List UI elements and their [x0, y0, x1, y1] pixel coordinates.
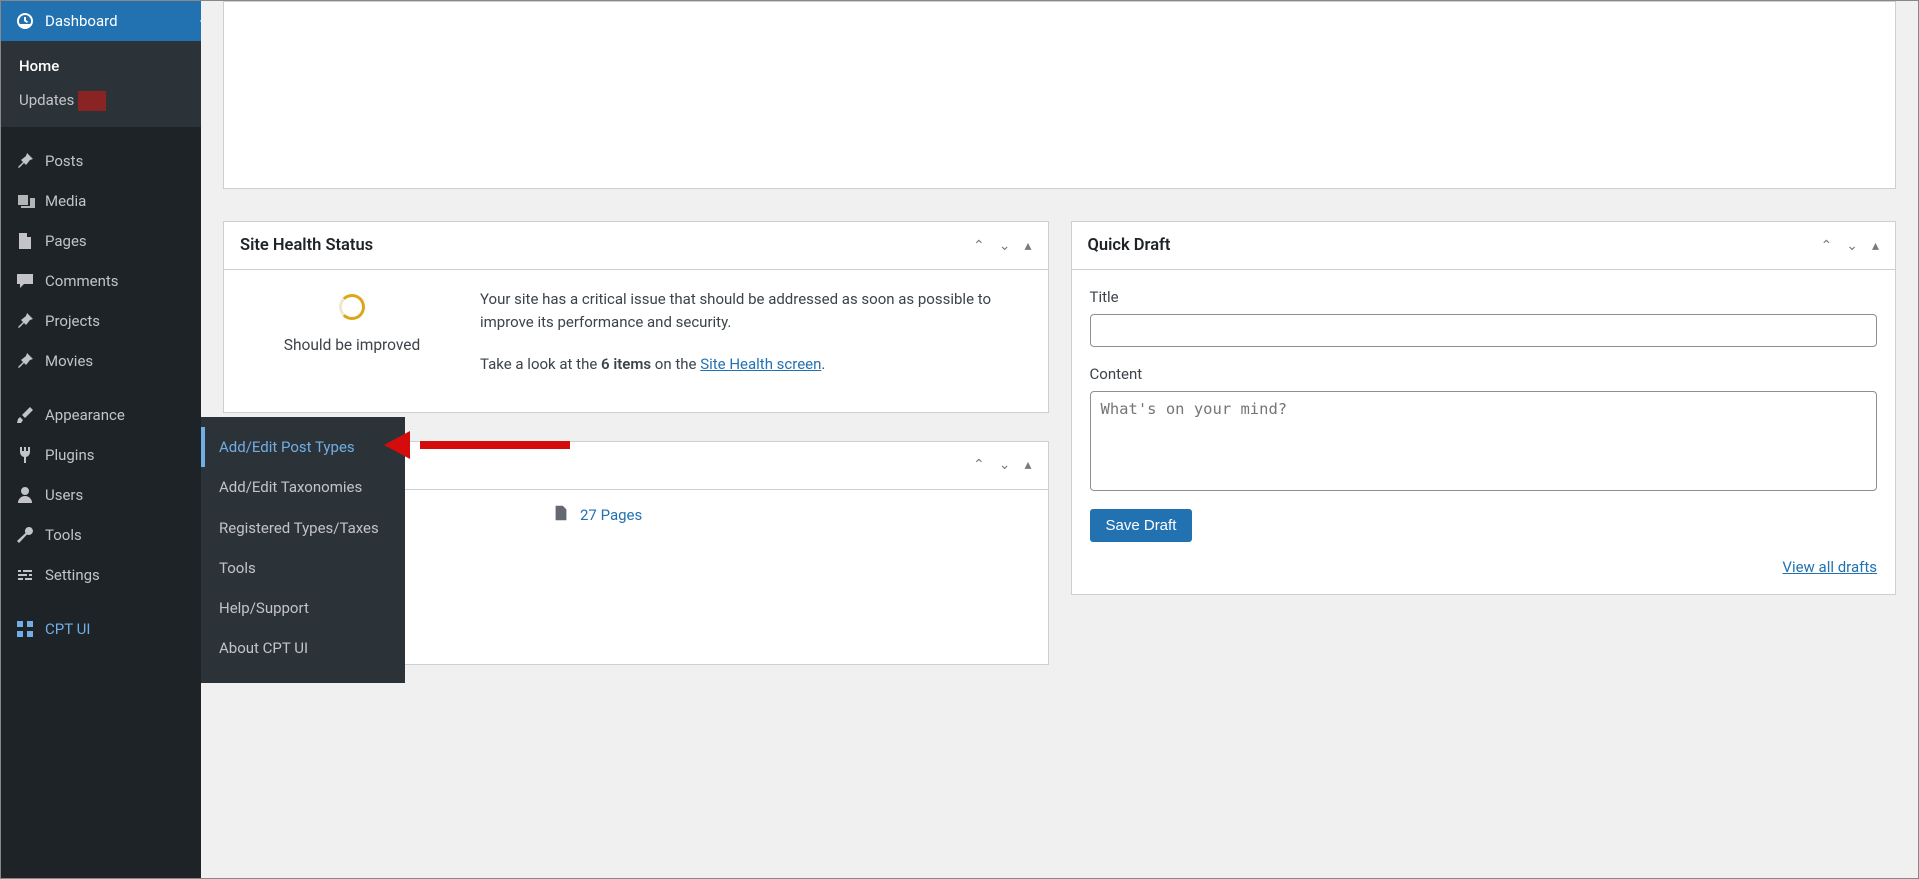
sidebar-sub-updates[interactable]: Updates — [1, 83, 201, 119]
qd-content-label: Content — [1090, 365, 1878, 383]
qd-title-input[interactable] — [1090, 314, 1878, 347]
pages-icon — [15, 231, 35, 251]
grid-icon — [15, 619, 35, 639]
flyout-registered-types[interactable]: Registered Types/Taxes — [201, 508, 405, 548]
panel-controls: ⌃ ⌄ ▴ — [973, 238, 1032, 254]
health-look: Take a look at the 6 items on the Site H… — [480, 353, 1030, 376]
sidebar-item-media[interactable]: Media — [1, 181, 201, 221]
pin-icon — [15, 151, 35, 171]
sidebar-item-appearance[interactable]: Appearance — [1, 395, 201, 435]
media-icon — [15, 191, 35, 211]
panel-up-icon[interactable]: ⌃ — [973, 238, 985, 254]
site-health-link[interactable]: Site Health screen — [700, 355, 821, 373]
cptui-submenu-flyout: Add/Edit Post Types Add/Edit Taxonomies … — [201, 417, 405, 683]
site-health-title: Site Health Status — [240, 236, 373, 255]
plug-icon — [15, 445, 35, 465]
sidebar-item-users[interactable]: Users — [1, 475, 201, 515]
health-message: Your site has a critical issue that shou… — [480, 288, 1030, 335]
panel-down-icon[interactable]: ⌄ — [999, 457, 1011, 473]
wrench-icon — [15, 525, 35, 545]
panel-down-icon[interactable]: ⌄ — [999, 238, 1011, 254]
panel-toggle-icon[interactable]: ▴ — [1872, 238, 1879, 254]
updates-badge — [78, 91, 106, 111]
pin-icon — [15, 311, 35, 331]
qd-title-label: Title — [1090, 288, 1878, 306]
comments-icon — [15, 271, 35, 291]
sidebar-item-tools[interactable]: Tools — [1, 515, 201, 555]
view-all-drafts-link[interactable]: View all drafts — [1782, 558, 1877, 576]
save-draft-button[interactable]: Save Draft — [1090, 509, 1193, 542]
quick-draft-panel: Quick Draft ⌃ ⌄ ▴ Title Content Save Dra… — [1071, 221, 1897, 595]
user-icon — [15, 485, 35, 505]
flyout-tools[interactable]: Tools — [201, 548, 405, 588]
sidebar-label: Dashboard — [45, 12, 118, 30]
sidebar-item-settings[interactable]: Settings — [1, 555, 201, 595]
pages-icon — [552, 504, 570, 526]
flyout-help[interactable]: Help/Support — [201, 588, 405, 628]
panel-toggle-icon[interactable]: ▴ — [1024, 457, 1031, 473]
sidebar-item-posts[interactable]: Posts — [1, 141, 201, 181]
sidebar-item-cptui[interactable]: CPT UI — [1, 609, 201, 649]
quick-draft-title: Quick Draft — [1088, 236, 1171, 255]
flyout-add-edit-post-types[interactable]: Add/Edit Post Types — [201, 427, 405, 467]
panel-up-icon[interactable]: ⌃ — [1821, 238, 1833, 254]
sidebar-sub-home[interactable]: Home — [1, 49, 201, 83]
pin-icon — [15, 351, 35, 371]
main-content: Site Health Status ⌃ ⌄ ▴ Should be impro… — [201, 1, 1918, 878]
dashboard-submenu: Home Updates — [1, 41, 201, 127]
panel-down-icon[interactable]: ⌄ — [1846, 238, 1858, 254]
pages-count-row[interactable]: 27 Pages — [552, 504, 1030, 526]
welcome-panel — [223, 1, 1896, 189]
site-health-panel: Site Health Status ⌃ ⌄ ▴ Should be impro… — [223, 221, 1049, 413]
qd-content-input[interactable] — [1090, 391, 1878, 491]
sidebar-item-plugins[interactable]: Plugins — [1, 435, 201, 475]
sidebar-item-comments[interactable]: Comments — [1, 261, 201, 301]
sidebar-item-projects[interactable]: Projects — [1, 301, 201, 341]
flyout-add-edit-taxonomies[interactable]: Add/Edit Taxonomies — [201, 467, 405, 507]
sidebar-item-movies[interactable]: Movies — [1, 341, 201, 381]
sidebar-item-dashboard[interactable]: Dashboard — [1, 1, 201, 41]
admin-sidebar: Dashboard Home Updates Posts Media Pages… — [1, 1, 201, 878]
panel-up-icon[interactable]: ⌃ — [973, 457, 985, 473]
sliders-icon — [15, 565, 35, 585]
dashboard-icon — [15, 11, 35, 31]
health-ring-icon — [339, 294, 365, 320]
flyout-about[interactable]: About CPT UI — [201, 628, 405, 668]
panel-toggle-icon[interactable]: ▴ — [1024, 238, 1031, 254]
sidebar-item-pages[interactable]: Pages — [1, 221, 201, 261]
health-status-label: Should be improved — [242, 336, 462, 354]
brush-icon — [15, 405, 35, 425]
